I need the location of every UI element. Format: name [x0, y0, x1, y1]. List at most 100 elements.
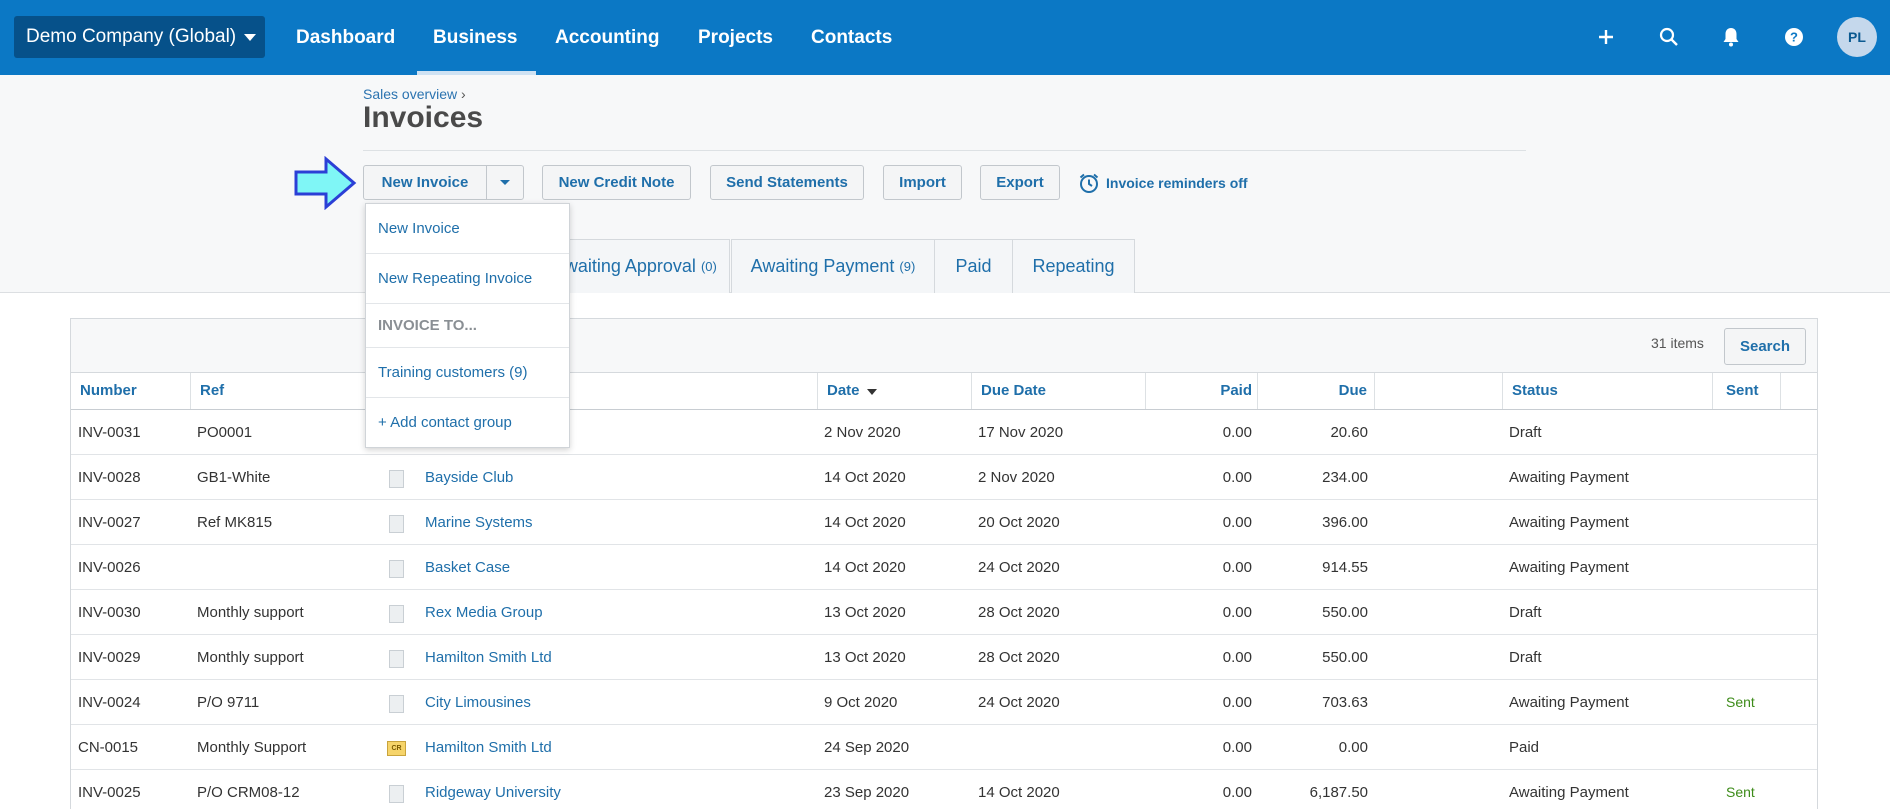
cell-date: 24 Sep 2020 [824, 739, 910, 756]
cell-date: 13 Oct 2020 [824, 604, 906, 621]
menu-item-new-invoice[interactable]: New Invoice [366, 204, 569, 254]
cell-contact[interactable]: Bayside Club [425, 455, 513, 500]
column-header-date[interactable]: Date [827, 373, 877, 409]
cell-status: Draft [1509, 604, 1542, 621]
invoice-reminders-toggle[interactable]: Invoice reminders off [1078, 171, 1248, 195]
cell-number: INV-0025 [78, 784, 141, 801]
cell-due-date: 20 Oct 2020 [978, 514, 1060, 531]
page-title: Invoices [363, 101, 484, 134]
column-header-due[interactable]: Due [1267, 373, 1367, 409]
cell-due-date: 24 Oct 2020 [978, 559, 1060, 576]
arrow-pointer-icon [294, 156, 357, 210]
new-credit-note-button[interactable]: New Credit Note [542, 165, 691, 200]
nav-business[interactable]: Business [416, 0, 538, 75]
table-toolbar: 31 items Search [71, 319, 1817, 373]
table-row[interactable]: INV-0031 PO0001 2 Nov 2020 17 Nov 2020 0.00 2… [71, 410, 1817, 455]
cell-contact[interactable]: Hamilton Smith Ltd [425, 635, 552, 680]
document-icon [389, 695, 404, 713]
tab-label: Paid [955, 256, 992, 276]
send-statements-button[interactable]: Send Statements [710, 165, 864, 200]
help-icon[interactable]: ? [1778, 21, 1810, 53]
cell-number: INV-0029 [78, 649, 141, 666]
cell-ref: PO0001 [197, 424, 253, 441]
avatar[interactable]: PL [1837, 17, 1877, 57]
cell-contact[interactable]: Ridgeway University [425, 770, 561, 809]
column-header-paid[interactable]: Paid [1155, 373, 1252, 409]
organization-switcher[interactable]: Demo Company (Global) [14, 16, 265, 58]
new-invoice-dropdown-toggle[interactable] [486, 165, 524, 200]
cell-due: 550.00 [1322, 649, 1368, 666]
cell-number: CN-0015 [78, 739, 139, 756]
cell-paid: 0.00 [1222, 694, 1252, 711]
cell-status: Awaiting Payment [1509, 784, 1629, 801]
cell-number: INV-0026 [78, 559, 141, 576]
cell-due-date: 24 Oct 2020 [978, 694, 1060, 711]
table-row[interactable]: INV-0026 Basket Case 14 Oct 2020 24 Oct 202… [71, 545, 1817, 590]
column-header-label: Date [827, 382, 860, 399]
column-header-number[interactable]: Number [80, 373, 137, 409]
nav-accounting[interactable]: Accounting [555, 0, 660, 75]
cell-date: 13 Oct 2020 [824, 649, 906, 666]
cell-status: Awaiting Payment [1509, 694, 1629, 711]
cell-number: INV-0031 [78, 424, 141, 441]
cell-ref: GB1-White [197, 469, 271, 486]
cell-date: 9 Oct 2020 [824, 694, 898, 711]
cell-ref: Monthly Support [197, 739, 307, 756]
menu-heading-invoice-to: INVOICE TO... [366, 304, 569, 348]
breadcrumb: Sales overview › [363, 86, 466, 102]
menu-item-new-repeating-invoice[interactable]: New Repeating Invoice [366, 254, 569, 304]
export-button[interactable]: Export [980, 165, 1060, 200]
breadcrumb-sales-overview[interactable]: Sales overview [363, 86, 457, 102]
table-row[interactable]: INV-0025 P/O CRM08-12 Ridgeway University 2… [71, 770, 1817, 809]
tab-paid[interactable]: Paid [934, 239, 1013, 293]
cell-contact[interactable]: Basket Case [425, 545, 510, 590]
new-invoice-button[interactable]: New Invoice [363, 165, 487, 200]
import-button[interactable]: Import [883, 165, 962, 200]
cell-due-date: 14 Oct 2020 [978, 784, 1060, 801]
cell-paid: 0.00 [1222, 649, 1252, 666]
document-icon [389, 650, 404, 668]
table-row[interactable]: INV-0027 Ref MK815 Marine Systems 14 Oct 20… [71, 500, 1817, 545]
menu-item-add-contact-group[interactable]: + Add contact group [366, 398, 569, 448]
tab-awaiting-payment[interactable]: Awaiting Payment (9) [731, 239, 935, 293]
column-header-status[interactable]: Status [1512, 373, 1558, 409]
cell-due: 234.00 [1322, 469, 1368, 486]
cell-sent: Sent [1726, 694, 1755, 710]
cell-status: Draft [1509, 649, 1542, 666]
search-button[interactable]: Search [1724, 328, 1806, 365]
document-icon [389, 785, 404, 803]
cell-contact[interactable]: Hamilton Smith Ltd [425, 725, 552, 770]
caret-down-icon [244, 33, 257, 41]
tab-repeating[interactable]: Repeating [1012, 239, 1135, 293]
search-icon[interactable] [1653, 21, 1685, 53]
alarm-clock-icon [1079, 173, 1099, 193]
cell-due: 914.55 [1322, 559, 1368, 576]
tab-label: Awaiting Approval [553, 256, 696, 276]
caret-down-icon [500, 180, 510, 185]
column-header-due-date[interactable]: Due Date [981, 373, 1046, 409]
tab-count: (0) [700, 259, 717, 274]
cell-due: 20.60 [1330, 424, 1368, 441]
tab-label: Repeating [1032, 256, 1115, 276]
table-row[interactable]: CR CN-0015 Monthly Support Hamilton Smith L… [71, 725, 1817, 770]
table-row[interactable]: INV-0029 Monthly support Hamilton Smith Lt… [71, 635, 1817, 680]
document-icon [389, 470, 404, 488]
table-row[interactable]: INV-0024 P/O 9711 City Limousines 9 Oct 202… [71, 680, 1817, 725]
nav-dashboard[interactable]: Dashboard [296, 0, 395, 75]
table-row[interactable]: INV-0030 Monthly support Rex Media Group 13… [71, 590, 1817, 635]
menu-item-training-customers[interactable]: Training customers (9) [366, 348, 569, 398]
plus-icon[interactable] [1590, 21, 1622, 53]
column-header-sent[interactable]: Sent [1726, 373, 1759, 409]
nav-projects[interactable]: Projects [698, 0, 773, 75]
cell-contact[interactable]: Rex Media Group [425, 590, 543, 635]
invoice-table-panel: 31 items Search Number Ref Date Due Date… [70, 318, 1818, 809]
bell-icon[interactable] [1715, 21, 1747, 53]
cell-contact[interactable]: City Limousines [425, 680, 531, 725]
cell-contact[interactable]: Marine Systems [425, 500, 533, 545]
cell-status: Awaiting Payment [1509, 559, 1629, 576]
nav-contacts[interactable]: Contacts [811, 0, 892, 75]
column-divider [971, 373, 972, 409]
table-row[interactable]: INV-0028 GB1-White Bayside Club 14 Oct 2020… [71, 455, 1817, 500]
column-header-ref[interactable]: Ref [200, 373, 224, 409]
cell-due: 550.00 [1322, 604, 1368, 621]
